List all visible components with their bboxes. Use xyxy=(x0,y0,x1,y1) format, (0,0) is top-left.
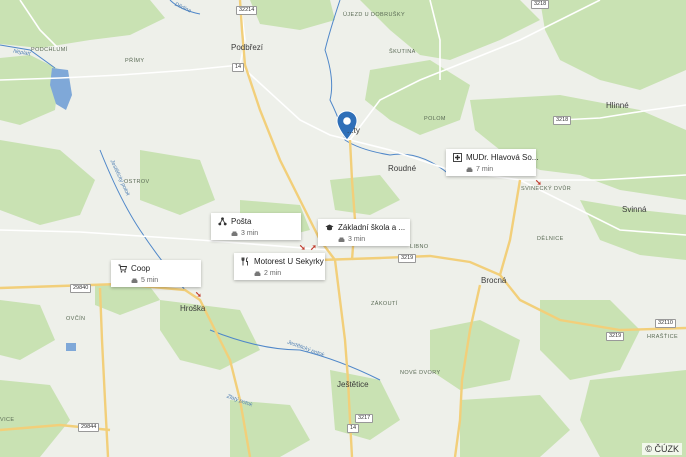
poi-pointer-arrow: ➘ xyxy=(195,290,202,299)
school-icon xyxy=(325,224,334,231)
post-office-icon xyxy=(218,217,227,226)
road-number-shield: 14 xyxy=(347,424,360,433)
road-number-shield: 3219 xyxy=(398,254,417,263)
poi-title: MUDr. Hlavová So... xyxy=(466,153,539,162)
poi-card-restaurant[interactable]: Motorest U Sekyrky 2 min xyxy=(234,253,325,280)
road-number-shield: 32110 xyxy=(655,319,676,328)
poi-title: Základní škola a ... xyxy=(338,223,406,232)
town-label: Brocná xyxy=(481,276,507,285)
map-attribution[interactable]: © ČÚZK xyxy=(642,443,682,455)
poi-card-medical[interactable]: MUDr. Hlavová So... 7 min xyxy=(446,149,539,176)
poi-travel-time: 7 min xyxy=(476,166,494,173)
locality-label: PODCHLUMÍ xyxy=(31,47,68,53)
locality-label: PŘÍMY xyxy=(125,58,145,64)
road-number-shield: 3218 xyxy=(553,116,572,125)
poi-title: Coop xyxy=(131,264,151,273)
poi-pointer-arrow: ➘ xyxy=(535,178,542,187)
road-number-shield: 3219 xyxy=(606,332,625,341)
marker-label: ...ty xyxy=(347,126,360,135)
town-label: Svinná xyxy=(622,205,647,214)
poi-travel-time: 3 min xyxy=(348,236,366,243)
poi-card-post-office[interactable]: Pošta 3 min xyxy=(211,213,301,240)
poi-travel-time: 5 min xyxy=(141,277,159,284)
locality-label: POLOM xyxy=(424,116,446,122)
car-icon xyxy=(338,237,345,242)
locality-label: ZÁKOUTÍ xyxy=(371,301,398,307)
poi-card-school[interactable]: Základní škola a ... 3 min xyxy=(318,219,410,246)
locality-label: VICE xyxy=(0,417,15,423)
locality-label: LIBNO xyxy=(410,244,429,250)
town-label: Hroška xyxy=(180,304,206,313)
medical-icon xyxy=(453,153,462,162)
poi-title: Pošta xyxy=(231,217,252,226)
road-number-shield: 29844 xyxy=(78,423,100,432)
car-icon xyxy=(231,231,238,236)
locality-label: NOVÉ DVORY xyxy=(400,370,441,376)
poi-card-shop[interactable]: Coop 5 min xyxy=(111,260,201,287)
locality-label: ÚJEZD U DOBRUŠKY xyxy=(343,12,406,18)
poi-travel-time: 3 min xyxy=(241,230,259,237)
restaurant-icon xyxy=(241,257,248,266)
poi-title: Motorest U Sekyrky xyxy=(254,257,324,266)
map-view[interactable]: Podbřezí Roudné Hlinné Svinná Brocná Hro… xyxy=(0,0,686,457)
poi-travel-time: 2 min xyxy=(264,270,282,277)
town-label: Hlinné xyxy=(606,101,629,110)
road-number-shield: 3217 xyxy=(355,414,374,423)
locality-label: OSTROV xyxy=(124,179,150,185)
town-label: Ještětice xyxy=(337,380,369,389)
town-label: Podbřezí xyxy=(231,43,264,52)
car-icon xyxy=(254,271,261,276)
poi-pointer-arrow: ➚ xyxy=(310,243,317,252)
car-icon xyxy=(466,167,473,172)
road-number-shield: 14 xyxy=(232,63,245,72)
car-icon xyxy=(131,278,138,283)
poi-pointer-arrow: ➘ xyxy=(299,243,306,252)
road-number-shield: 3218 xyxy=(531,0,550,9)
locality-label: HRAŠŤICE xyxy=(647,334,679,340)
town-label: Roudné xyxy=(388,164,417,173)
shopping-cart-icon xyxy=(118,264,127,273)
locality-label: OVČÍN xyxy=(66,316,86,322)
road-number-shield: 32214 xyxy=(236,6,258,15)
locality-label: SVINECKÝ DVŮR xyxy=(521,186,572,192)
road-number-shield: 29840 xyxy=(70,284,92,293)
locality-label: DĚLNICE xyxy=(537,236,564,242)
locality-label: ŠKUTINA xyxy=(389,49,416,55)
